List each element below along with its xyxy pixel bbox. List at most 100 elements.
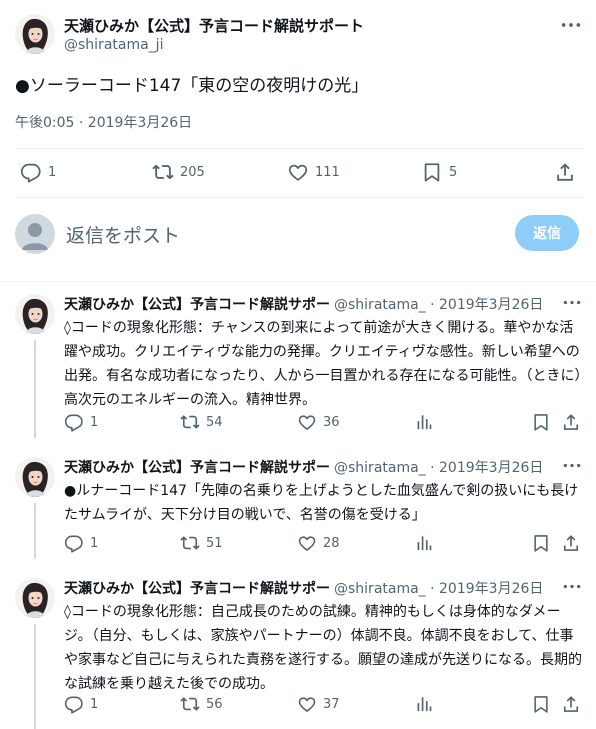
views-button[interactable] — [413, 412, 433, 432]
tweet-timestamp[interactable]: 午後0:05 · 2019年3月26日 — [15, 112, 192, 132]
reply-text: ◊コードの現象化形態：チャンスの到来によって前途が大きく開ける。華やかな活躍や成… — [64, 320, 582, 408]
avatar-image — [15, 14, 55, 54]
reply-count: 1 — [90, 535, 99, 551]
reply-author-name[interactable]: 天瀬ひみか【公式】予言コード解説サポー — [64, 457, 330, 477]
share-upload-icon — [561, 694, 581, 714]
retweet-button[interactable]: 54 — [180, 412, 223, 432]
avatar-image — [15, 294, 55, 334]
views-button[interactable] — [413, 533, 433, 553]
more-dots-icon — [562, 461, 582, 470]
like-button[interactable]: 28 — [297, 533, 340, 553]
views-button[interactable] — [413, 694, 433, 714]
retweet-count: 205 — [180, 164, 205, 180]
bar-chart-icon — [413, 694, 433, 714]
speech-bubble-icon — [64, 533, 84, 553]
retweet-button[interactable]: 51 — [180, 533, 223, 553]
author-name[interactable]: 天瀬ひみか【公式】予言コード解説サポート — [64, 15, 364, 36]
thread-line — [34, 340, 36, 438]
divider — [15, 148, 584, 149]
bar-chart-icon — [413, 412, 433, 432]
heart-icon — [297, 694, 317, 714]
retweet-count: 51 — [206, 535, 223, 551]
like-count: 36 — [323, 414, 340, 430]
author-avatar[interactable] — [15, 14, 55, 54]
bookmark-count: 5 — [449, 164, 458, 180]
reply-count: 1 — [90, 414, 99, 430]
reply-header: 天瀬ひみか【公式】予言コード解説サポー @shiratama_ · 2019年3… — [64, 294, 543, 314]
like-button[interactable]: 111 — [287, 161, 340, 183]
more-dots-icon — [562, 298, 582, 307]
retweet-arrows-icon — [152, 161, 174, 183]
reply-author-avatar[interactable] — [15, 578, 55, 618]
retweet-arrows-icon — [180, 694, 200, 714]
reply-count: 1 — [90, 696, 99, 712]
share-upload-icon — [561, 412, 581, 432]
bookmark-button[interactable] — [531, 412, 551, 432]
heart-icon — [297, 533, 317, 553]
bookmark-button[interactable]: 5 — [421, 161, 457, 183]
reply-meta[interactable]: @shiratama_ · 2019年3月26日 — [334, 578, 543, 598]
retweet-button[interactable]: 56 — [180, 694, 223, 714]
reply-author-avatar[interactable] — [15, 457, 55, 497]
share-button[interactable] — [561, 412, 581, 432]
speech-bubble-icon — [20, 161, 42, 183]
reply-submit-button[interactable]: 返信 — [515, 215, 579, 251]
retweet-count: 56 — [206, 696, 223, 712]
reply-input[interactable]: 返信をポスト — [66, 221, 180, 248]
more-dots-icon — [562, 582, 582, 591]
divider — [15, 197, 584, 198]
share-button[interactable] — [561, 533, 581, 553]
tweet-text: ●ソーラーコード147「東の空の夜明けの光」 — [15, 76, 369, 96]
avatar-image — [15, 457, 55, 497]
reply-header: 天瀬ひみか【公式】予言コード解説サポー @shiratama_ · 2019年3… — [64, 578, 543, 598]
reply-count: 1 — [48, 164, 57, 180]
like-count: 111 — [315, 164, 340, 180]
reply-header: 天瀬ひみか【公式】予言コード解説サポー @shiratama_ · 2019年3… — [64, 457, 543, 477]
share-upload-icon — [554, 161, 576, 183]
like-count: 28 — [323, 535, 340, 551]
reply-button[interactable]: 1 — [64, 412, 98, 432]
share-button[interactable] — [561, 694, 581, 714]
author-handle[interactable]: @shiratama_ji — [64, 37, 163, 53]
speech-bubble-icon — [64, 694, 84, 714]
current-user-avatar[interactable] — [15, 214, 55, 254]
bookmark-icon — [531, 694, 551, 714]
reply-button[interactable]: 1 — [64, 694, 98, 714]
default-user-icon — [22, 223, 48, 250]
heart-icon — [287, 161, 309, 183]
more-options-button[interactable] — [560, 17, 582, 33]
reply-author-avatar[interactable] — [15, 294, 55, 334]
more-options-button[interactable] — [562, 582, 582, 596]
reply-meta[interactable]: @shiratama_ · 2019年3月26日 — [334, 457, 543, 477]
reply-button[interactable]: 1 — [64, 533, 98, 553]
speech-bubble-icon — [64, 412, 84, 432]
heart-icon — [297, 412, 317, 432]
reply-text: ◊コードの現象化形態：自己成長のための試練。精神的もしくは身体的なダメージ。（自… — [64, 604, 582, 692]
avatar-image — [15, 578, 55, 618]
reply-author-name[interactable]: 天瀬ひみか【公式】予言コード解説サポー — [64, 294, 330, 314]
share-upload-icon — [561, 533, 581, 553]
more-dots-icon — [560, 20, 582, 30]
retweet-arrows-icon — [180, 533, 200, 553]
bookmark-icon — [421, 161, 443, 183]
bookmark-button[interactable] — [531, 694, 551, 714]
reply-author-name[interactable]: 天瀬ひみか【公式】予言コード解説サポー — [64, 578, 330, 598]
like-button[interactable]: 36 — [297, 412, 340, 432]
retweet-arrows-icon — [180, 412, 200, 432]
retweet-button[interactable]: 205 — [152, 161, 205, 183]
bookmark-button[interactable] — [531, 533, 551, 553]
more-options-button[interactable] — [562, 298, 582, 312]
reply-text: ●ルナーコード147「先陣の名乗りを上げようとした血気盛んで剣の扱いにも長けたサ… — [64, 483, 579, 523]
thread-line — [34, 503, 36, 559]
reply-meta[interactable]: @shiratama_ · 2019年3月26日 — [334, 294, 543, 314]
thread-line — [34, 624, 36, 729]
like-count: 37 — [323, 696, 340, 712]
reply-button[interactable]: 1 — [20, 161, 56, 183]
divider — [0, 281, 596, 282]
like-button[interactable]: 37 — [297, 694, 340, 714]
retweet-count: 54 — [206, 414, 223, 430]
bookmark-icon — [531, 412, 551, 432]
share-button[interactable] — [554, 161, 576, 183]
more-options-button[interactable] — [562, 461, 582, 475]
bar-chart-icon — [413, 533, 433, 553]
